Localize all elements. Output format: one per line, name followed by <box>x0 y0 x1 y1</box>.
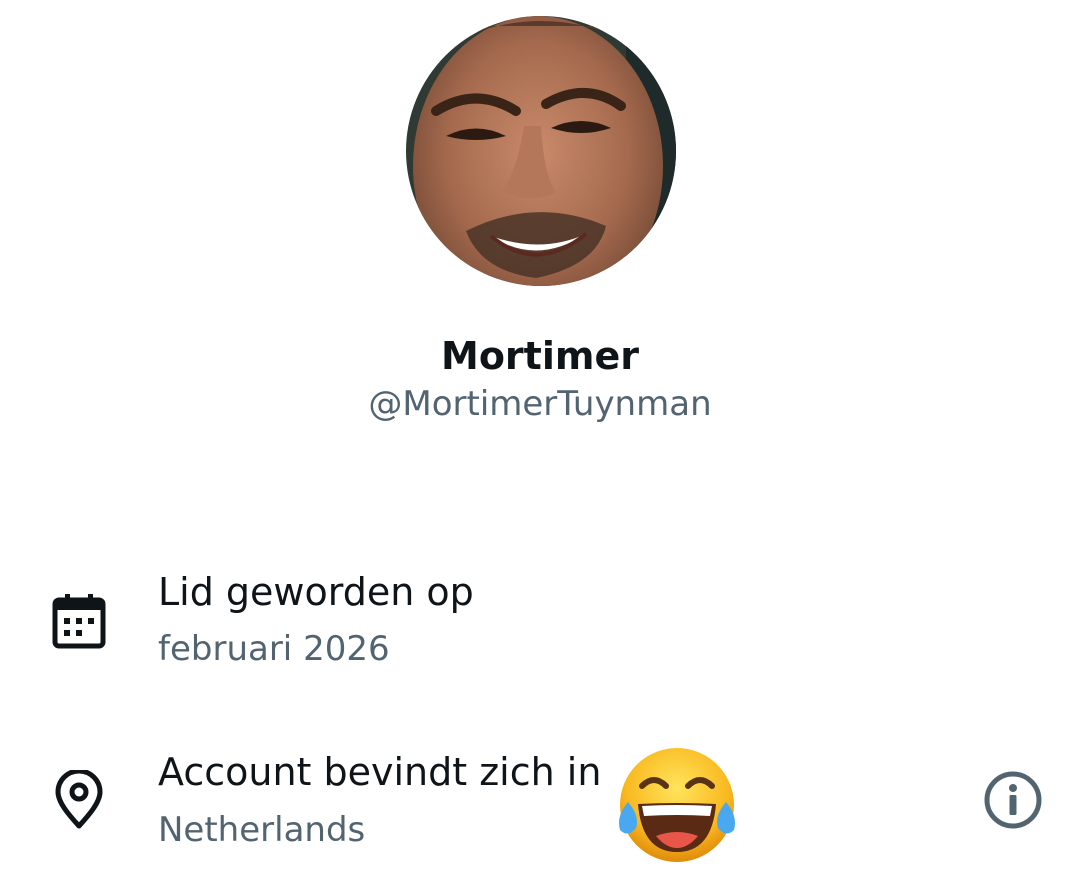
tears-of-joy-emoji-icon <box>614 744 740 866</box>
location-country: Netherlands <box>158 810 366 850</box>
joined-title: Lid geworden op <box>158 570 474 614</box>
joined-row: Lid geworden op februari 2026 <box>0 560 1080 680</box>
info-button[interactable] <box>980 767 1046 833</box>
location-title: Account bevindt zich in <box>158 750 602 794</box>
location-row: Account bevindt zich in Netherlands <box>0 740 1080 870</box>
location-pin-icon <box>50 768 110 830</box>
calendar-icon <box>50 592 110 652</box>
profile-handle[interactable]: @MortimerTuynman <box>0 382 1080 426</box>
profile-display-name: Mortimer <box>441 334 639 378</box>
avatar-photo <box>406 16 676 286</box>
info-icon <box>984 771 1042 829</box>
profile-avatar[interactable] <box>406 16 676 286</box>
joined-date: februari 2026 <box>158 629 390 669</box>
